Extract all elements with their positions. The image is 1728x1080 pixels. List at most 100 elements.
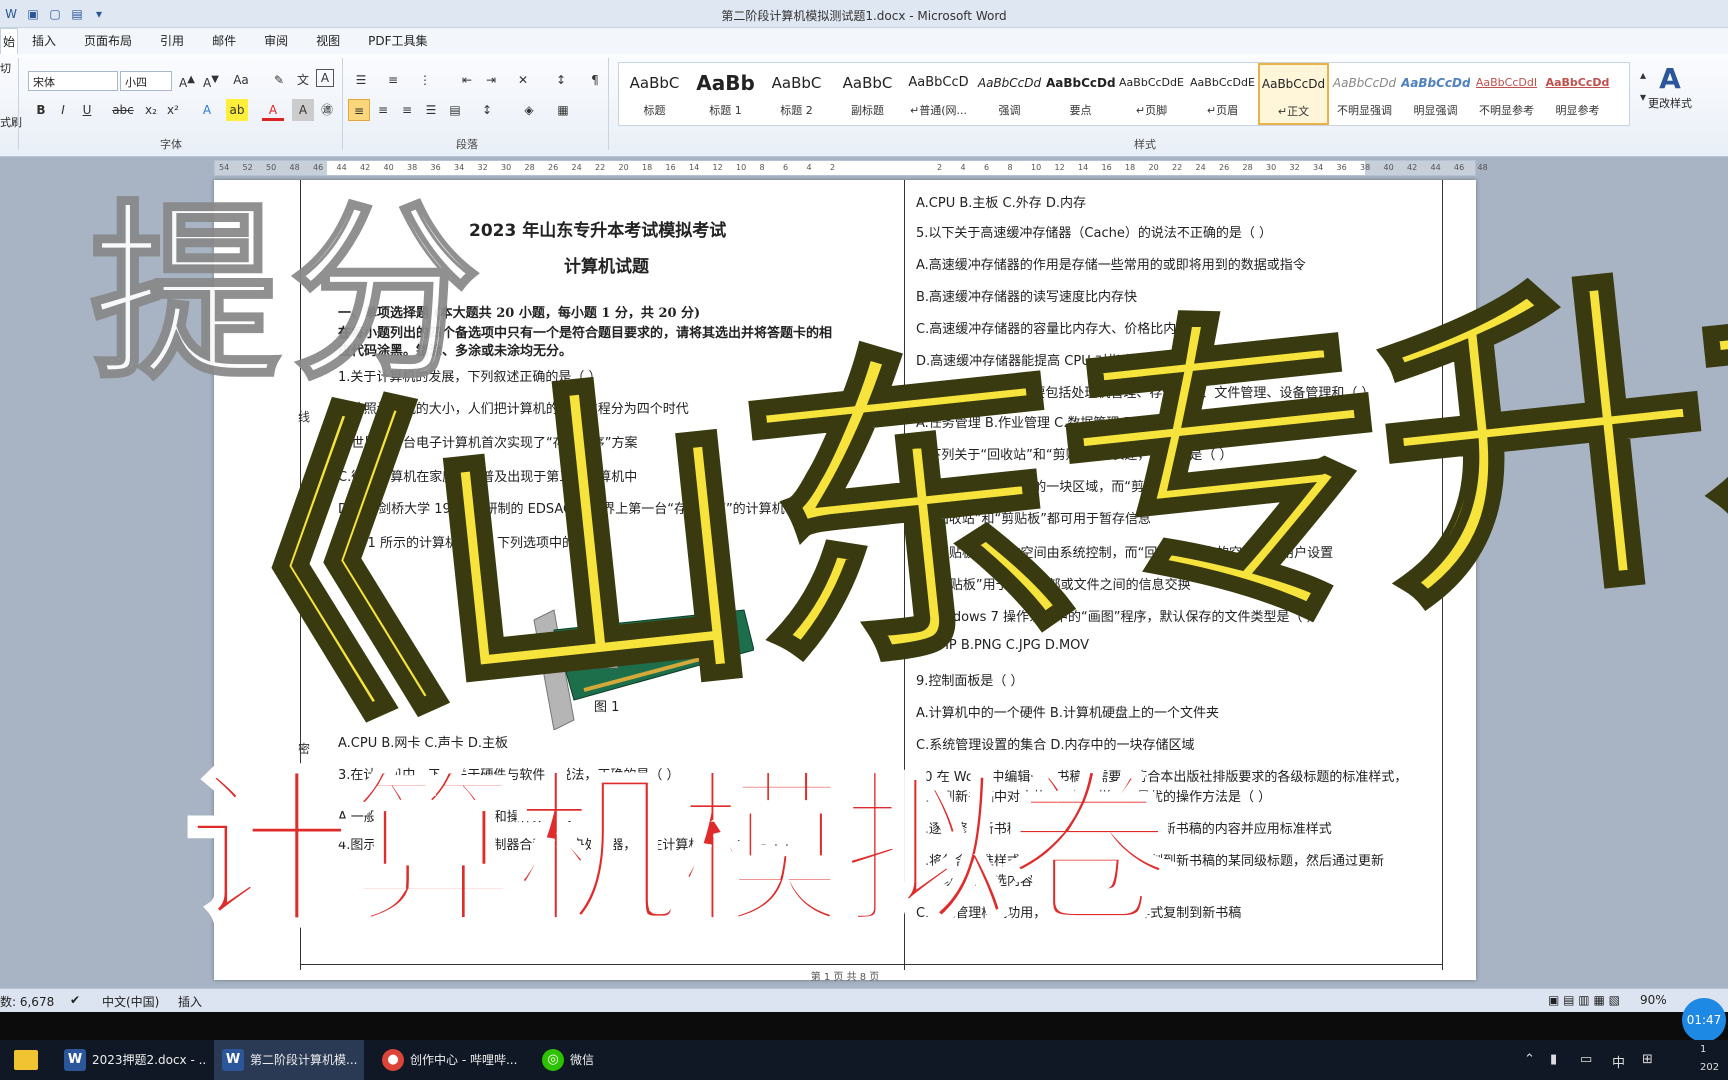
subscript-icon[interactable]: x₂ — [140, 99, 162, 121]
style-footer[interactable]: AaBbCcDdE ↵页脚 — [1116, 63, 1187, 125]
proofing-icon[interactable]: ✔ — [70, 993, 80, 1007]
clock-date[interactable]: 202 — [1700, 1062, 1719, 1073]
ruler-tick: 42 — [1407, 163, 1418, 172]
style-subtitle[interactable]: AaBbC 副标题 — [832, 63, 903, 125]
style-heading-2[interactable]: AaBbC 标题 2 — [761, 63, 832, 125]
taskbar-item-wechat[interactable]: ◎ 微信 — [534, 1040, 634, 1080]
text-effects-icon[interactable]: A — [196, 99, 218, 121]
change-styles-button[interactable]: A 更改样式 — [1640, 62, 1700, 126]
ruler-tick: 10 — [736, 163, 747, 172]
ruler-tick: 32 — [1289, 163, 1300, 172]
style-emphasis[interactable]: AaBbCcDd 强调 — [974, 63, 1045, 125]
language-indicator[interactable]: 中文(中国) — [102, 993, 159, 1010]
shading-icon[interactable]: ◈ — [518, 99, 540, 121]
ruler-tick: 8 — [759, 163, 765, 172]
highlight-icon[interactable]: ab — [226, 99, 248, 121]
change-case-icon[interactable]: Aa — [230, 69, 252, 91]
phonetic-guide-icon[interactable]: 文 — [292, 69, 314, 91]
align-center-icon[interactable]: ≡ — [372, 99, 394, 121]
strikethrough-icon[interactable]: abc — [112, 99, 134, 121]
separator — [342, 58, 343, 150]
tab-page-layout[interactable]: 页面布局 — [70, 28, 146, 54]
ruler-tick: 20 — [618, 163, 629, 172]
bullets-icon[interactable]: ☰ — [350, 69, 372, 91]
decrease-indent-icon[interactable]: ⇤ — [456, 69, 478, 91]
multilevel-list-icon[interactable]: ⋮ — [414, 69, 436, 91]
tab-review[interactable]: 审阅 — [250, 28, 302, 54]
clipboard-cut-label[interactable]: 切 — [0, 60, 11, 76]
align-left-icon[interactable]: ≡ — [348, 99, 370, 121]
font-color-icon[interactable]: A — [262, 99, 284, 121]
taskbar-item-browser[interactable]: ● 创作中心 - 哔哩哔... — [374, 1040, 524, 1080]
clock-time[interactable]: 1 — [1700, 1044, 1706, 1055]
enclose-characters-icon[interactable]: ㊜ — [316, 99, 338, 121]
ruler-tick: 28 — [1242, 163, 1253, 172]
justify-icon[interactable]: ☰ — [420, 99, 442, 121]
insert-mode[interactable]: 插入 — [178, 993, 202, 1010]
grow-font-icon[interactable]: A▲ — [176, 69, 198, 91]
style-intense-reference[interactable]: AaBbCcDd 明显参考 — [1542, 63, 1613, 125]
tab-references[interactable]: 引用 — [146, 28, 198, 54]
font-size-combo[interactable]: 小四 — [120, 71, 172, 91]
ime-mode-icon[interactable]: ⊞ — [1642, 1052, 1653, 1067]
italic-icon[interactable]: I — [52, 99, 74, 121]
style-strong[interactable]: AaBbCcDd 要点 — [1045, 63, 1116, 125]
tab-insert[interactable]: 插入 — [18, 28, 70, 54]
style-normal-web[interactable]: AaBbCcD ↵普通(网... — [903, 63, 974, 125]
ruler-tick: 20 — [1148, 163, 1159, 172]
style-title[interactable]: AaBbC 标题 — [619, 63, 690, 125]
taskbar-item-doc1[interactable]: W 2023押题2.docx - ... — [56, 1040, 206, 1080]
overlay-subject-text: 计算机模拟卷 — [183, 751, 1176, 952]
tray-expand-icon[interactable]: ⌃ — [1524, 1052, 1535, 1067]
styles-gallery: AaBbC 标题 AaBb 标题 1 AaBbC 标题 2 AaBbC 副标题 AaBb… — [618, 62, 1630, 126]
increase-indent-icon[interactable]: ⇥ — [480, 69, 502, 91]
ruler-tick: 2 — [830, 163, 836, 172]
font-name-combo[interactable]: 宋体 — [28, 71, 118, 91]
window-title: 第二阶段计算机模拟测试题1.docx - Microsoft Word — [721, 9, 1007, 23]
style-subtle-emphasis[interactable]: AaBbCcDd 不明显强调 — [1329, 63, 1400, 125]
chinese-layout-icon[interactable]: ✕ — [512, 69, 534, 91]
zoom-level[interactable]: 90% — [1640, 993, 1667, 1007]
word-icon: W — [222, 1049, 244, 1071]
ruler-tick: 2 — [937, 163, 943, 172]
character-shading-icon[interactable]: A — [292, 99, 314, 121]
style-intense-emphasis[interactable]: AaBbCcDd 明显强调 — [1400, 63, 1471, 125]
ruler-tick: 16 — [1101, 163, 1112, 172]
ruler-tick: 14 — [1078, 163, 1089, 172]
network-icon[interactable]: ▭ — [1580, 1052, 1592, 1067]
style-normal[interactable]: AaBbCcDd ↵正文 — [1258, 63, 1329, 125]
shrink-font-icon[interactable]: A▼ — [200, 69, 222, 91]
tab-home[interactable]: 始 — [0, 28, 19, 54]
ime-indicator[interactable]: 中 — [1612, 1052, 1625, 1071]
align-right-icon[interactable]: ≡ — [396, 99, 418, 121]
bold-icon[interactable]: B — [30, 99, 52, 121]
show-marks-icon[interactable]: ¶ — [584, 69, 606, 91]
distributed-icon[interactable]: ▤ — [444, 99, 466, 121]
tab-mailings[interactable]: 邮件 — [198, 28, 250, 54]
file-explorer-icon[interactable] — [14, 1050, 38, 1070]
ruler-tick: 6 — [783, 163, 789, 172]
superscript-icon[interactable]: x² — [162, 99, 184, 121]
character-border-icon[interactable]: A — [316, 69, 334, 87]
clear-formatting-icon[interactable]: ✎ — [268, 69, 290, 91]
ruler-tick: 4 — [806, 163, 812, 172]
chrome-icon: ● — [382, 1049, 404, 1071]
tab-view[interactable]: 视图 — [302, 28, 354, 54]
tab-pdf-tools[interactable]: PDF工具集 — [354, 28, 441, 54]
word-count[interactable]: 数: 6,678 — [0, 993, 54, 1010]
taskbar: W 2023押题2.docx - ... W 第二阶段计算机模... ● 创作中心 -… — [0, 1040, 1728, 1080]
taskbar-item-doc2[interactable]: W 第二阶段计算机模... — [214, 1040, 364, 1080]
style-heading-1[interactable]: AaBb 标题 1 — [690, 63, 761, 125]
volume-icon[interactable]: ▮ — [1550, 1052, 1557, 1067]
style-header[interactable]: AaBbCcDdE ↵页眉 — [1187, 63, 1258, 125]
line-spacing-icon[interactable]: ↕ — [476, 99, 498, 121]
underline-icon[interactable]: U — [76, 99, 98, 121]
view-buttons-icon[interactable]: ▣ ▤ ▥ ▦ ▧ — [1548, 993, 1620, 1007]
ruler-tick: 16 — [665, 163, 676, 172]
ruler-tick: 30 — [501, 163, 512, 172]
sort-icon[interactable]: ↕ — [550, 69, 572, 91]
borders-icon[interactable]: ▦ — [552, 99, 574, 121]
numbering-icon[interactable]: ≡ — [382, 69, 404, 91]
style-subtle-reference[interactable]: AaBbCcDdI 不明显参考 — [1471, 63, 1542, 125]
ruler-tick: 4 — [960, 163, 966, 172]
